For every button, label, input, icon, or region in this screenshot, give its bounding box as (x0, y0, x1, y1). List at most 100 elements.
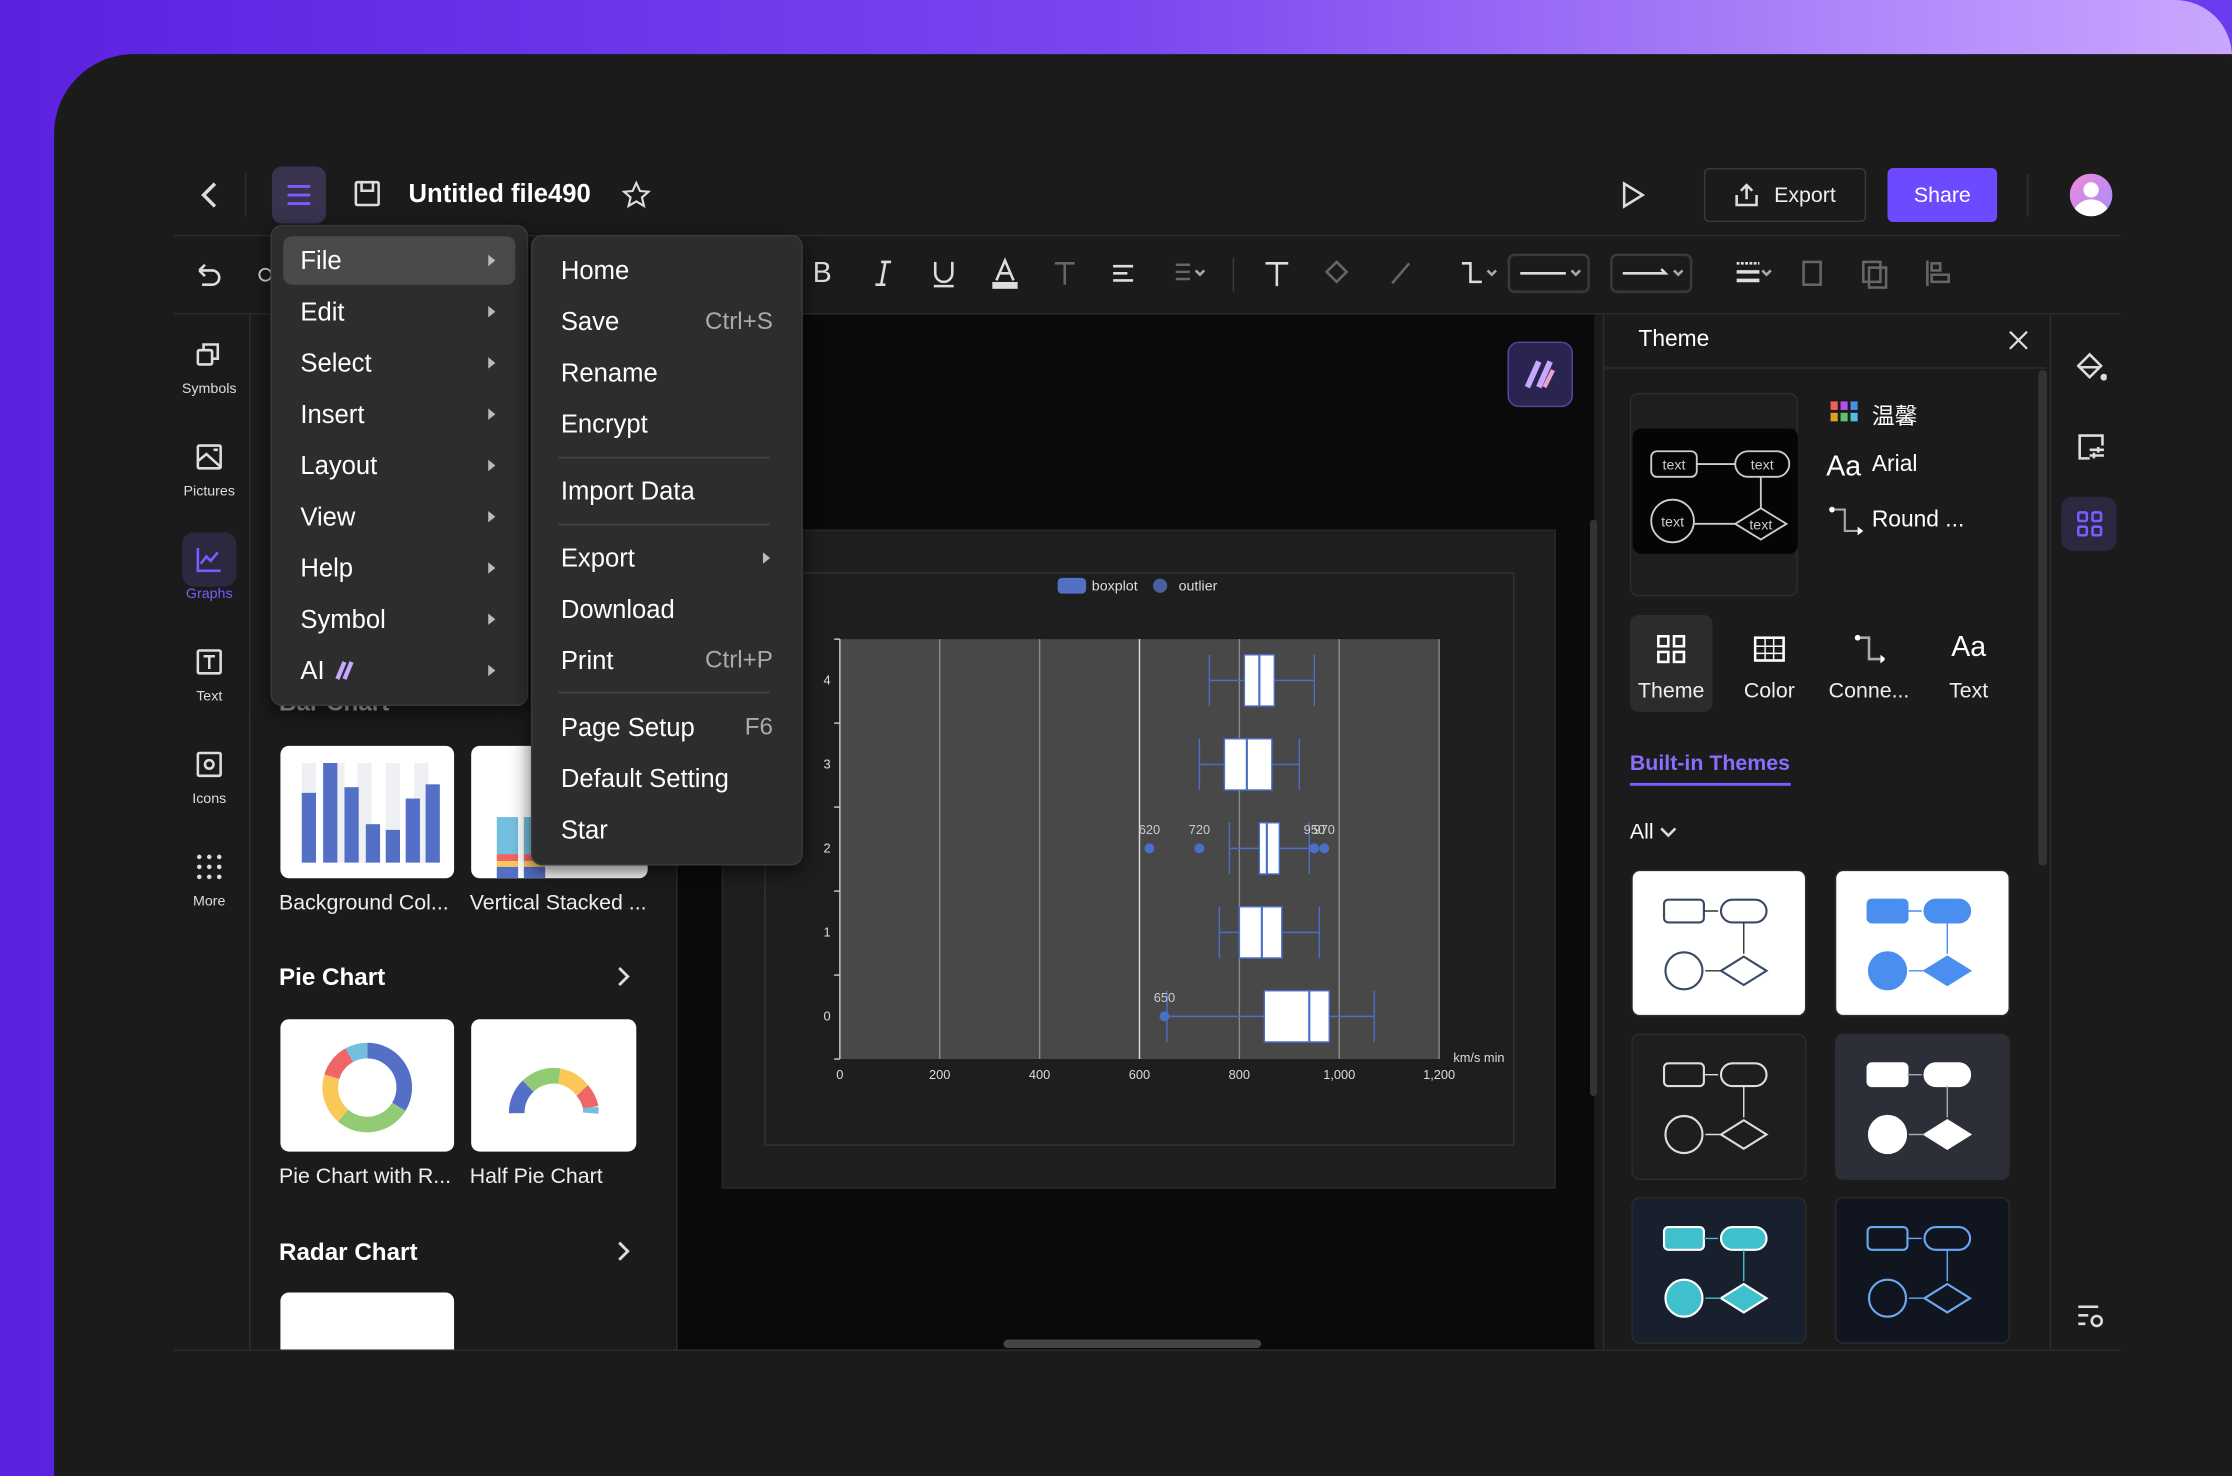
menu-item-help[interactable]: Help (283, 544, 515, 592)
color-scheme-name[interactable]: 温馨 (1872, 397, 1918, 431)
sidebar-item-symbols[interactable]: Symbols (174, 327, 245, 412)
export-button[interactable]: Export (1703, 167, 1867, 223)
thumbnail-radar-chart[interactable] (280, 1292, 455, 1350)
x-tick-label: 400 (1029, 1067, 1050, 1082)
theme-card[interactable] (1631, 1197, 1807, 1344)
sidebar-item-icons[interactable]: Icons (174, 737, 245, 822)
text-style-icon[interactable] (1049, 258, 1083, 292)
theme-tab-2[interactable]: Conne... (1828, 615, 1911, 712)
text-tool-icon[interactable] (1261, 258, 1295, 292)
theme-card[interactable] (1631, 1033, 1807, 1181)
spacing-icon[interactable] (1172, 258, 1206, 292)
theme-tab-0[interactable]: Theme (1629, 614, 1713, 712)
sidebar-item-graphs[interactable]: Graphs (174, 532, 245, 617)
color-scheme-icon (1829, 399, 1860, 427)
thumbnail-half-pie-chart[interactable] (471, 1019, 637, 1152)
menu-item-file[interactable]: File (283, 236, 516, 285)
file-menu-import-data[interactable]: Import Data (544, 467, 790, 515)
thumbnail-pie-chart-with-rounded[interactable] (280, 1019, 455, 1152)
menu-item-view[interactable]: View (283, 493, 515, 541)
menu-item-select[interactable]: Select (283, 339, 515, 387)
user-avatar[interactable] (2069, 173, 2113, 217)
underline-icon[interactable] (928, 258, 962, 292)
outlier-point[interactable] (1144, 843, 1155, 854)
sidebar-item-text[interactable]: Text (174, 635, 245, 720)
menu-item-insert[interactable]: Insert (283, 390, 515, 438)
settings-list-icon[interactable] (2073, 1298, 2110, 1335)
outlier-point[interactable] (1319, 843, 1330, 854)
thumbnail-background-color-bar[interactable] (280, 745, 455, 879)
menu-item-edit[interactable]: Edit (283, 288, 515, 336)
document-title[interactable]: Untitled file490 (409, 179, 591, 209)
outlier-point[interactable] (1194, 843, 1205, 854)
fill-icon[interactable] (1322, 258, 1356, 292)
current-theme-preview[interactable]: text text text text (1629, 392, 1798, 597)
file-menu-download[interactable]: Download (544, 585, 790, 633)
theme-tab-3[interactable]: Aa Text (1927, 615, 2010, 712)
theme-card[interactable] (1834, 1033, 2010, 1181)
theme-card-diagram (1866, 1062, 1973, 1155)
legend-boxplot-label[interactable]: boxplot (1092, 579, 1138, 595)
boxplot-chart[interactable]: 0 200 400 600 800 1,000 1,200 0 1 2 3 4 km/s min 650 6… (722, 530, 1556, 1189)
donut-thumbnail-image (322, 1042, 413, 1133)
page-settings-icon[interactable] (2073, 428, 2110, 465)
arrow-style-dropdown[interactable] (1610, 253, 1693, 294)
align-objects-icon[interactable] (1923, 258, 1957, 292)
menu-item-layout[interactable]: Layout (283, 441, 515, 489)
file-menu-print[interactable]: Print Ctrl+P (544, 636, 790, 684)
outlier-point[interactable] (1309, 843, 1320, 854)
file-menu-home[interactable]: Home (544, 246, 790, 294)
pen-icon[interactable] (1386, 258, 1420, 292)
theme-card[interactable] (1631, 869, 1807, 1017)
legend-outlier-label[interactable]: outlier (1179, 579, 1218, 595)
sidebar-item-more[interactable]: More (174, 840, 245, 925)
share-button[interactable]: Share (1887, 167, 1998, 223)
file-menu-page-setup[interactable]: Page Setup F6 (544, 703, 790, 751)
file-menu-rename[interactable]: Rename (544, 349, 790, 397)
play-icon[interactable] (1616, 178, 1650, 212)
theme-panel-scrollbar[interactable] (2038, 370, 2047, 866)
canvas-horizontal-scrollbar[interactable] (1003, 1339, 1262, 1349)
graphs-icon (194, 544, 225, 575)
send-back-icon[interactable] (1859, 258, 1893, 292)
line-weight-icon[interactable] (1734, 258, 1772, 292)
font-color-icon[interactable] (989, 257, 1023, 292)
file-menu-save[interactable]: Save Ctrl+S (544, 298, 790, 346)
theme-card[interactable] (1834, 1197, 2010, 1344)
built-in-themes-tab[interactable]: Built-in Themes (1629, 752, 1791, 786)
sidebar-item-pictures[interactable]: Pictures (174, 430, 245, 515)
star-icon[interactable] (619, 178, 653, 212)
font-name[interactable]: Arial (1872, 453, 1918, 479)
connector-tool-icon[interactable] (1458, 258, 1497, 292)
file-menu-default-setting[interactable]: Default Setting (544, 754, 790, 802)
theme-filter-dropdown[interactable]: All (1630, 820, 1677, 844)
fill-bucket-icon[interactable] (2073, 349, 2110, 386)
outlier-point[interactable] (1159, 1011, 1170, 1022)
file-menu-star[interactable]: Star (544, 806, 790, 854)
theme-rail-button[interactable] (2061, 496, 2117, 551)
undo-icon[interactable] (191, 258, 225, 292)
preview-node-text: text (1751, 458, 1774, 474)
align-icon[interactable] (1107, 258, 1141, 292)
chevron-right-icon[interactable] (612, 1237, 635, 1265)
file-menu-encrypt[interactable]: Encrypt (544, 400, 790, 448)
ai-assistant-button[interactable] (1507, 341, 1573, 408)
menu-item-ai[interactable]: AI (283, 646, 515, 694)
file-menu-export[interactable]: Export (544, 534, 790, 582)
save-icon[interactable] (352, 178, 383, 209)
bring-front-icon[interactable] (1798, 258, 1832, 292)
theme-card[interactable] (1834, 869, 2010, 1017)
back-icon[interactable] (192, 177, 226, 214)
canvas-vertical-scrollbar[interactable] (1590, 519, 1598, 1097)
italic-icon[interactable] (868, 258, 902, 292)
main-menu-button[interactable] (271, 166, 326, 224)
menu-item-symbol[interactable]: Symbol (283, 595, 515, 643)
menu-item-label: Home (560, 255, 630, 284)
connector-style-name[interactable]: Round ... (1872, 508, 1964, 534)
theme-tab-1[interactable]: Color (1728, 615, 1811, 712)
bold-icon[interactable]: B (810, 257, 844, 292)
line-style-dropdown[interactable] (1507, 253, 1590, 294)
close-icon[interactable] (2004, 326, 2032, 354)
chevron-right-icon[interactable] (612, 962, 635, 990)
pie-chart-heading: Pie Chart (279, 963, 386, 991)
